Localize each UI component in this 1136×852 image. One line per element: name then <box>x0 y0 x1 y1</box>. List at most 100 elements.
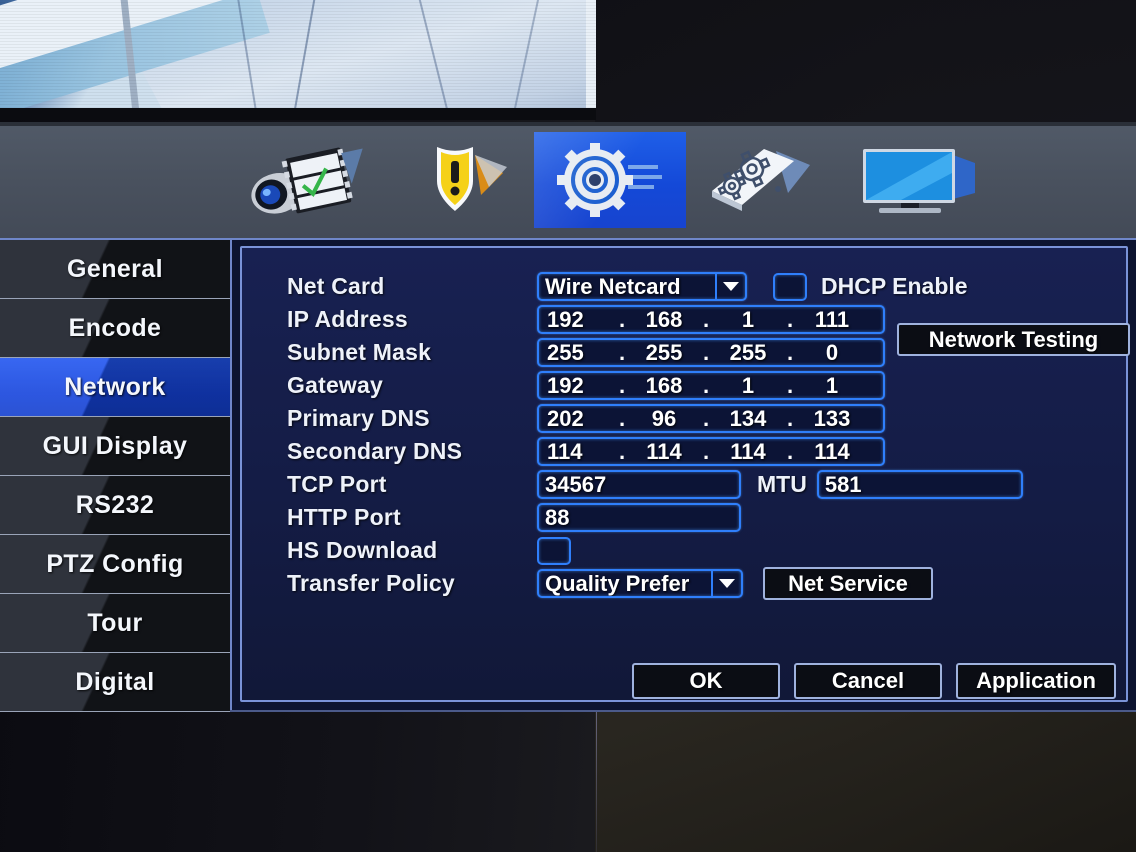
preview-scanlines <box>0 0 596 120</box>
toolbar-item-system[interactable] <box>534 132 686 228</box>
cancel-button[interactable]: Cancel <box>794 663 942 699</box>
network-settings-dialog: General Encode Network GUI Display RS232… <box>0 238 1136 712</box>
row-gateway: Gateway 192 . 168 . 1 . 1 <box>287 369 1023 402</box>
gw-octet-3: 1 <box>741 372 755 398</box>
gw-octet-4: 1 <box>825 372 839 398</box>
sidebar-item-label: RS232 <box>75 490 155 519</box>
application-button[interactable]: Application <box>956 663 1116 699</box>
network-testing-button[interactable]: Network Testing <box>897 323 1130 356</box>
primary-dns-field[interactable]: 202 . 96 . 134 . 133 <box>537 404 885 433</box>
sidebar-item-network[interactable]: Network <box>0 358 230 417</box>
http-port-field[interactable]: 88 <box>537 503 741 532</box>
gateway-label: Gateway <box>287 372 384 398</box>
ip-octet-3: 1 <box>741 306 755 332</box>
secondary-dns-field[interactable]: 114 . 114 . 114 . 114 <box>537 437 885 466</box>
record-config-icon <box>251 147 363 214</box>
secondary-dns-label: Secondary DNS <box>287 438 463 464</box>
ok-button[interactable]: OK <box>632 663 780 699</box>
sidebar-item-gui-display[interactable]: GUI Display <box>0 417 230 476</box>
ip-dot: . <box>786 438 794 464</box>
display-monitor-icon <box>863 149 975 213</box>
toolbar-items <box>230 122 990 238</box>
screen-vertical-seam <box>596 712 597 852</box>
row-net-card: Net Card Wire Netcard DHCP Enable <box>287 270 1023 303</box>
http-port-label: HTTP Port <box>287 504 401 530</box>
ip-dot: . <box>618 339 626 365</box>
net-service-button[interactable]: Net Service <box>763 567 933 600</box>
chevron-down-icon[interactable] <box>711 571 741 596</box>
net-card-value: Wire Netcard <box>545 273 681 299</box>
pdns-octet-3: 134 <box>729 405 767 431</box>
toolbar-item-info[interactable] <box>838 132 990 228</box>
ip-octet-1: 192 <box>547 306 584 332</box>
network-settings-panel: Net Card Wire Netcard DHCP Enable IP Add… <box>240 246 1130 702</box>
hs-download-checkbox[interactable] <box>537 536 571 565</box>
ip-dot: . <box>618 306 626 332</box>
sidebar-item-label: Network <box>64 372 166 401</box>
dhcp-enable-checkbox[interactable] <box>773 272 807 301</box>
ip-octet-4: 111 <box>814 306 850 332</box>
camera-preview <box>0 0 596 120</box>
dialog-footer: OK Cancel Application <box>632 663 1116 699</box>
alarm-shield-icon <box>437 147 507 211</box>
sidebar-item-label: General <box>67 254 163 283</box>
toolbar-item-alarm[interactable] <box>382 132 534 228</box>
sidebar-item-label: PTZ Config <box>46 549 184 578</box>
advanced-tools-icon <box>712 149 810 211</box>
row-secondary-dns: Secondary DNS 114 . 114 . 114 . 114 <box>287 435 1023 468</box>
sidebar-item-tour[interactable]: Tour <box>0 594 230 653</box>
ip-dot: . <box>618 405 626 431</box>
mtu-value: 581 <box>824 471 862 497</box>
sidebar-item-rs232[interactable]: RS232 <box>0 476 230 535</box>
row-hs-download: HS Download <box>287 534 1023 567</box>
toolbar-item-record[interactable] <box>230 132 382 228</box>
ip-dot: . <box>702 372 710 398</box>
gateway-field[interactable]: 192 . 168 . 1 . 1 <box>537 371 885 400</box>
sidebar-item-encode[interactable]: Encode <box>0 299 230 358</box>
mask-octet-3: 255 <box>729 339 767 365</box>
mtu-field[interactable]: 581 <box>816 470 1023 499</box>
sidebar-item-label: Tour <box>87 608 143 637</box>
chevron-down-icon[interactable] <box>715 274 745 299</box>
subnet-mask-field[interactable]: 255 . 255 . 255 . 0 <box>537 338 885 367</box>
toolbar-item-advanced[interactable] <box>686 132 838 228</box>
ip-address-label: IP Address <box>287 306 408 332</box>
preview-bottom-bar <box>0 108 596 120</box>
ip-dot: . <box>786 372 794 398</box>
sidebar-item-digital[interactable]: Digital <box>0 653 230 712</box>
mask-octet-1: 255 <box>547 339 584 365</box>
sdns-octet-4: 114 <box>814 438 850 464</box>
row-tcp-port: TCP Port 34567 MTU 581 <box>287 468 1023 501</box>
ip-dot: . <box>702 306 710 332</box>
transfer-policy-label: Transfer Policy <box>287 570 455 596</box>
sdns-octet-3: 114 <box>730 438 766 464</box>
ip-dot: . <box>618 438 626 464</box>
system-gear-icon <box>557 143 662 217</box>
mask-octet-4: 0 <box>825 339 839 365</box>
sidebar-item-label: Digital <box>75 667 155 696</box>
dhcp-enable-label: DHCP Enable <box>821 273 968 299</box>
main-toolbar <box>0 122 1136 238</box>
sidebar-item-general[interactable]: General <box>0 240 230 299</box>
network-form: Net Card Wire Netcard DHCP Enable IP Add… <box>287 270 1023 600</box>
ip-dot: . <box>786 306 794 332</box>
primary-dns-label: Primary DNS <box>287 405 430 431</box>
tcp-port-field[interactable]: 34567 <box>537 470 741 499</box>
ip-address-field[interactable]: 192 . 168 . 1 . 111 <box>537 305 885 334</box>
ip-dot: . <box>618 372 626 398</box>
dvr-screen: General Encode Network GUI Display RS232… <box>0 0 1136 852</box>
tcp-port-value: 34567 <box>545 471 607 497</box>
ip-dot: . <box>702 438 710 464</box>
transfer-policy-value: Quality Prefer <box>545 570 690 596</box>
ip-octet-2: 168 <box>645 306 683 332</box>
subnet-mask-label: Subnet Mask <box>287 339 432 365</box>
net-card-select[interactable]: Wire Netcard <box>537 272 747 301</box>
transfer-policy-select[interactable]: Quality Prefer <box>537 569 743 598</box>
sidebar-item-ptz-config[interactable]: PTZ Config <box>0 535 230 594</box>
mtu-label: MTU <box>757 471 807 497</box>
ip-dot: . <box>786 339 794 365</box>
row-primary-dns: Primary DNS 202 . 96 . 134 . 133 <box>287 402 1023 435</box>
gw-octet-2: 168 <box>645 372 683 398</box>
pdns-octet-2: 96 <box>651 405 677 431</box>
sidebar-item-label: Encode <box>68 313 162 342</box>
